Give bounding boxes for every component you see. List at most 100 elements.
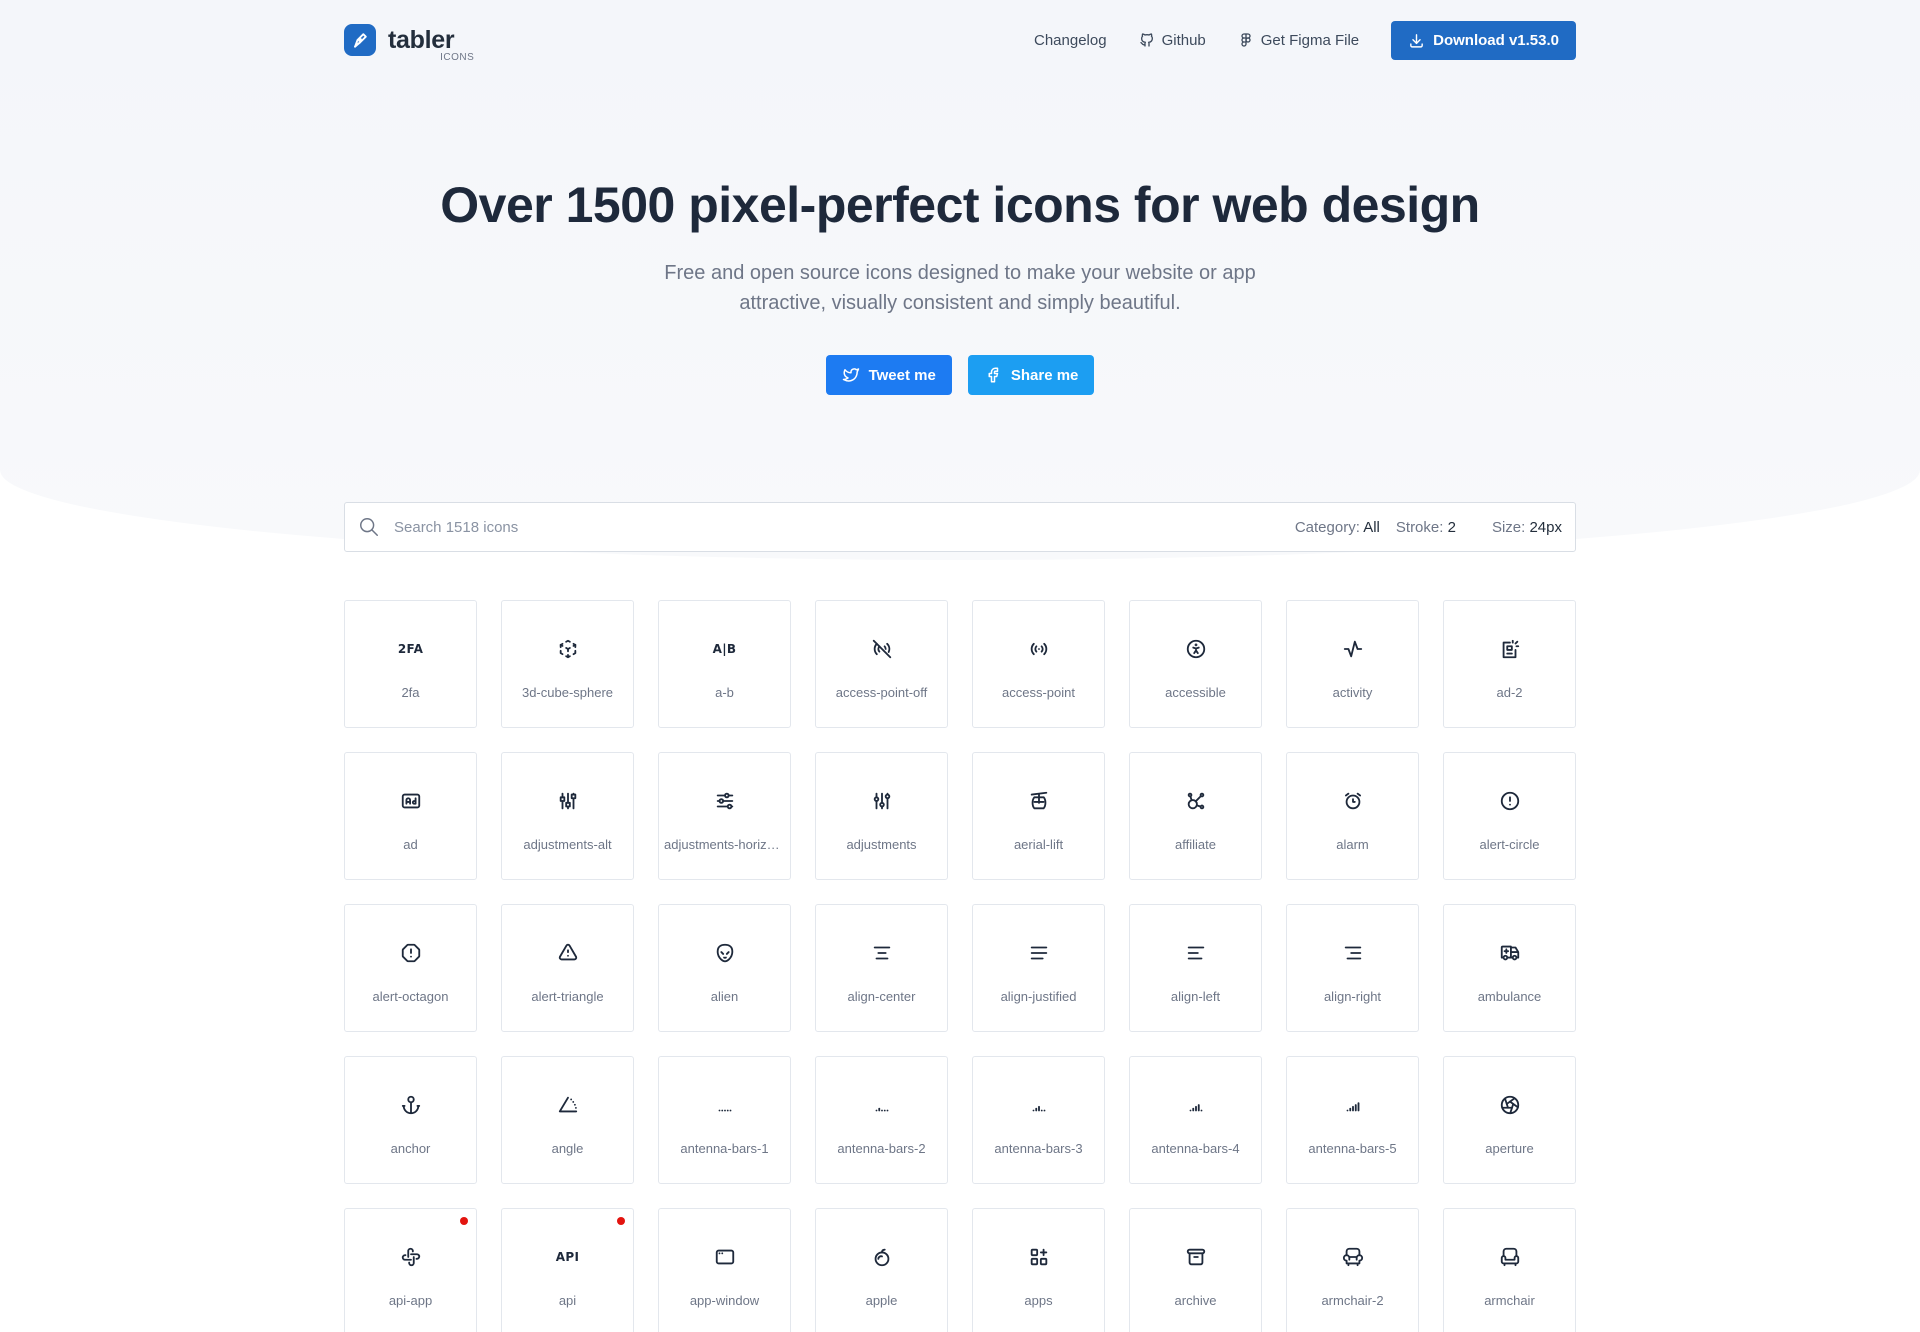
- icon-card-access-point-off[interactable]: access-point-off: [815, 600, 948, 728]
- icon-card-alert-octagon[interactable]: alert-octagon: [344, 904, 477, 1032]
- icon-card-label: 2fa: [401, 685, 420, 700]
- nav-changelog[interactable]: Changelog: [1034, 32, 1107, 49]
- brand-name: tabler: [388, 26, 455, 54]
- icon-card-align-justified[interactable]: align-justified: [972, 904, 1105, 1032]
- a-b-icon: A|B: [713, 637, 737, 661]
- icon-card-ad-2[interactable]: ad-2: [1443, 600, 1576, 728]
- affiliate-icon: [1184, 789, 1208, 813]
- icon-grid: 2FA 2fa 3d-cube-sphere A|B a-b access-point-o…: [344, 600, 1576, 1332]
- apps-icon: [1027, 1245, 1051, 1269]
- tweet-button[interactable]: Tweet me: [825, 355, 952, 395]
- new-badge-dot: [460, 1217, 468, 1225]
- icon-card-adjustments-horizontal[interactable]: adjustments-horizontal: [658, 752, 791, 880]
- icon-card-label: aerial-lift: [1013, 837, 1064, 852]
- download-icon: [1410, 33, 1423, 48]
- brand-logo[interactable]: tabler ICONS: [344, 24, 474, 63]
- aperture-icon: [1498, 1093, 1522, 1117]
- ad-icon: [399, 789, 423, 813]
- icon-card-apple[interactable]: apple: [815, 1208, 948, 1332]
- alarm-icon: [1341, 789, 1365, 813]
- icon-card-label: angle: [551, 1141, 584, 1156]
- tweet-button-label: Tweet me: [868, 366, 936, 384]
- nav-github-label: Github: [1161, 31, 1206, 49]
- icon-card-label: ambulance: [1477, 989, 1542, 1004]
- access-point-icon: [1027, 637, 1051, 661]
- icon-card-label: antenna-bars-5: [1308, 1141, 1397, 1156]
- icon-card-label: anchor: [390, 1141, 431, 1156]
- armchair-icon: [1498, 1245, 1522, 1269]
- align-center-icon: [870, 941, 894, 965]
- stroke-filter[interactable]: Stroke: 2: [1396, 519, 1456, 536]
- stroke-filter-label: Stroke:: [1395, 518, 1444, 536]
- icon-card-activity[interactable]: activity: [1286, 600, 1419, 728]
- icon-card-api[interactable]: API api: [501, 1208, 634, 1332]
- activity-icon: [1341, 637, 1365, 661]
- icon-card-alert-triangle[interactable]: alert-triangle: [501, 904, 634, 1032]
- stroke-filter-value: 2: [1447, 518, 1456, 536]
- aerial-lift-icon: [1027, 789, 1051, 813]
- icon-card-align-center[interactable]: align-center: [815, 904, 948, 1032]
- icon-card-api-app[interactable]: api-app: [344, 1208, 477, 1332]
- icon-card-armchair-2[interactable]: armchair-2: [1286, 1208, 1419, 1332]
- share-button[interactable]: Share me: [967, 355, 1095, 395]
- nav-figma[interactable]: Get Figma File: [1238, 32, 1359, 49]
- icon-card-aperture[interactable]: aperture: [1443, 1056, 1576, 1184]
- icon-card-aerial-lift[interactable]: aerial-lift: [972, 752, 1105, 880]
- adjustments-alt-icon: [556, 789, 580, 813]
- icon-card-label: accessible: [1165, 685, 1226, 700]
- icon-card-ambulance[interactable]: ambulance: [1443, 904, 1576, 1032]
- twitter-icon: [842, 368, 859, 382]
- api-app-icon: [399, 1245, 423, 1269]
- brand-wordmark: tabler ICONS: [388, 26, 474, 63]
- icon-card-label: ad-2: [1496, 685, 1523, 700]
- a-b-icon-glyph: A|B: [712, 642, 737, 656]
- icon-card-angle[interactable]: angle: [501, 1056, 634, 1184]
- icon-card-anchor[interactable]: anchor: [344, 1056, 477, 1184]
- icon-card-label: armchair: [1484, 1293, 1535, 1308]
- icon-card-armchair[interactable]: armchair: [1443, 1208, 1576, 1332]
- icon-card-align-left[interactable]: align-left: [1129, 904, 1262, 1032]
- icon-card-affiliate[interactable]: affiliate: [1129, 752, 1262, 880]
- search-icon: [360, 518, 378, 536]
- icon-card-label: align-center: [847, 989, 916, 1004]
- icon-card-antenna-bars-3[interactable]: antenna-bars-3: [972, 1056, 1105, 1184]
- icon-card-adjustments-alt[interactable]: adjustments-alt: [501, 752, 634, 880]
- accessible-icon: [1184, 637, 1208, 661]
- icon-card-a-b[interactable]: A|B a-b: [658, 600, 791, 728]
- icon-card-ad[interactable]: ad: [344, 752, 477, 880]
- icon-card-label: adjustments-alt: [523, 837, 612, 852]
- search-input[interactable]: [394, 518, 1279, 536]
- icon-card-alarm[interactable]: alarm: [1286, 752, 1419, 880]
- brand-subtitle: ICONS: [440, 52, 475, 63]
- icon-card-app-window[interactable]: app-window: [658, 1208, 791, 1332]
- icon-card-label: align-right: [1323, 989, 1382, 1004]
- download-button[interactable]: Download v1.53.0: [1391, 20, 1576, 60]
- align-justified-icon: [1027, 941, 1051, 965]
- size-filter[interactable]: Size: 24px: [1492, 519, 1562, 536]
- icon-card-antenna-bars-4[interactable]: antenna-bars-4: [1129, 1056, 1262, 1184]
- hero-section: Over 1500 pixel-perfect icons for web de…: [344, 170, 1576, 395]
- category-filter[interactable]: Category: All: [1295, 519, 1380, 536]
- icon-card-antenna-bars-2[interactable]: antenna-bars-2: [815, 1056, 948, 1184]
- icon-card-antenna-bars-1[interactable]: antenna-bars-1: [658, 1056, 791, 1184]
- icon-card-access-point[interactable]: access-point: [972, 600, 1105, 728]
- icon-card-alert-circle[interactable]: alert-circle: [1443, 752, 1576, 880]
- icon-card-3d-cube-sphere[interactable]: 3d-cube-sphere: [501, 600, 634, 728]
- archive-icon: [1184, 1245, 1208, 1269]
- nav-github[interactable]: Github: [1139, 32, 1206, 49]
- icon-card-apps[interactable]: apps: [972, 1208, 1105, 1332]
- icon-card-align-right[interactable]: align-right: [1286, 904, 1419, 1032]
- icon-card-label: api-app: [388, 1293, 433, 1308]
- icon-card-archive[interactable]: archive: [1129, 1208, 1262, 1332]
- icon-card-alien[interactable]: alien: [658, 904, 791, 1032]
- figma-icon: [1241, 33, 1251, 47]
- antenna-bars-2-icon: [870, 1093, 894, 1117]
- icon-card-antenna-bars-5[interactable]: antenna-bars-5: [1286, 1056, 1419, 1184]
- icon-card-adjustments[interactable]: adjustments: [815, 752, 948, 880]
- icon-card-2fa[interactable]: 2FA 2fa: [344, 600, 477, 728]
- icon-card-label: alarm: [1336, 837, 1369, 852]
- icon-card-label: antenna-bars-2: [837, 1141, 926, 1156]
- icon-card-label: ad: [403, 837, 418, 852]
- icon-card-label: apple: [865, 1293, 898, 1308]
- icon-card-accessible[interactable]: accessible: [1129, 600, 1262, 728]
